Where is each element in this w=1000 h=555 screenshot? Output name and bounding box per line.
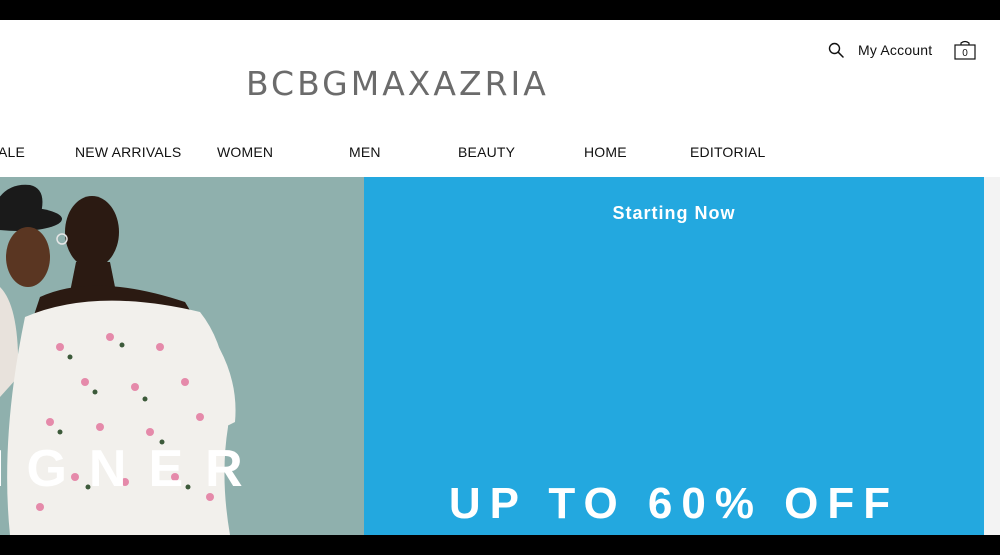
my-account-link[interactable]: My Account: [858, 38, 932, 62]
next-slide-peek: [984, 177, 1000, 535]
search-button[interactable]: [828, 38, 846, 62]
browser-top-bar: [0, 0, 1000, 20]
nav-item-men[interactable]: MEN: [349, 144, 381, 160]
shopping-bag-icon: 0: [954, 40, 976, 60]
brand-logo[interactable]: BCBGMAXAZRIA: [246, 64, 549, 103]
nav-item-beauty[interactable]: BEAUTY: [458, 144, 515, 160]
hero-overlay-text: IGNER: [0, 440, 265, 498]
nav-item-editorial[interactable]: EDITORIAL: [690, 144, 765, 160]
nav-item-sale[interactable]: ALE: [0, 144, 25, 160]
banner-headline: UP TO 60% OFF: [448, 479, 900, 528]
nav-item-new-arrivals[interactable]: NEW ARRIVALS: [75, 144, 181, 160]
nav-item-home[interactable]: HOME: [584, 144, 627, 160]
banner-eyebrow: Starting Now: [612, 203, 736, 223]
search-icon: [828, 42, 844, 58]
sale-banner[interactable]: Starting Now UP TO 60% OFF: [364, 177, 984, 535]
browser-bottom-bar: [0, 535, 1000, 555]
hero-image-panel[interactable]: IGNER: [0, 177, 364, 535]
shopping-bag-button[interactable]: 0: [954, 38, 976, 62]
bag-count: 0: [962, 48, 968, 59]
nav-item-women[interactable]: WOMEN: [217, 144, 273, 160]
page: BCBGMAXAZRIA My Account 0 ALE NEW ARRIVA…: [0, 20, 1000, 535]
main-navigation: ALE NEW ARRIVALS WOMEN MEN BEAUTY HOME E…: [0, 144, 1000, 166]
